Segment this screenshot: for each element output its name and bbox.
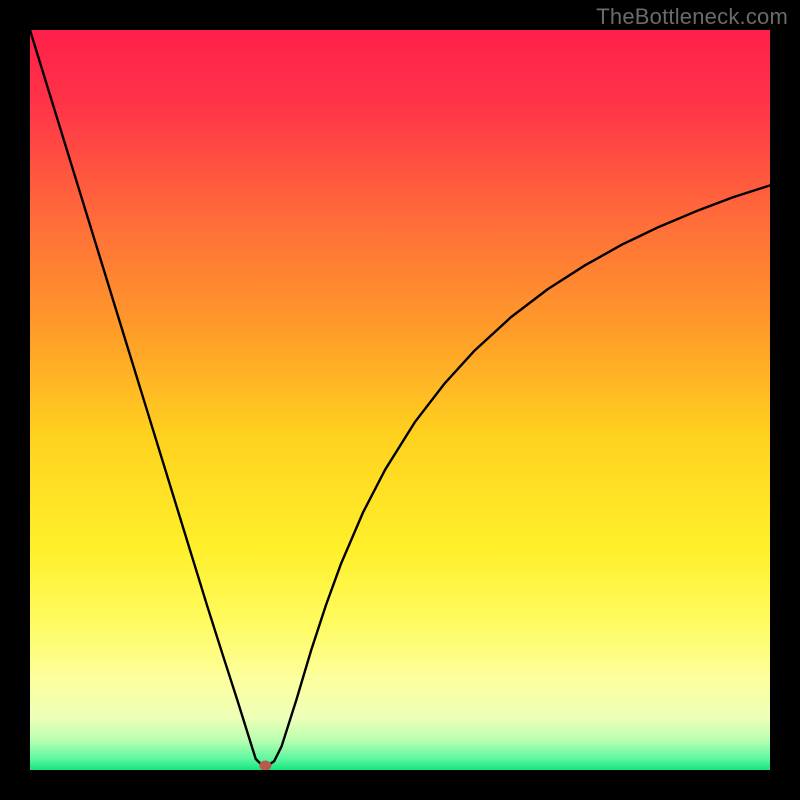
- bottleneck-chart: [30, 30, 770, 770]
- chart-frame: [30, 30, 770, 770]
- watermark-text: TheBottleneck.com: [596, 4, 788, 30]
- chart-background: [30, 30, 770, 770]
